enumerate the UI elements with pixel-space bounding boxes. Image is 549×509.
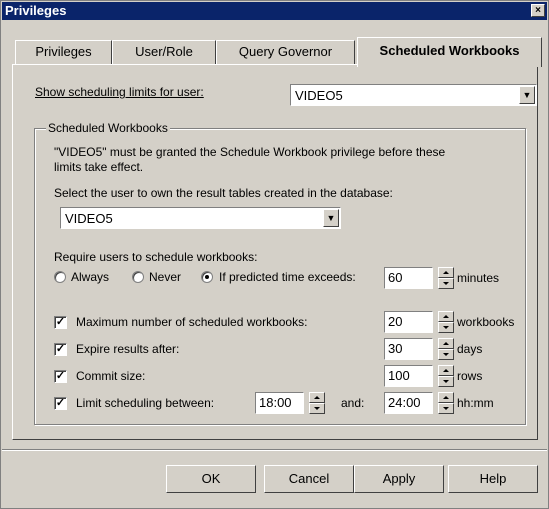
and-label: and: [341, 396, 365, 410]
predicted-minutes-input[interactable]: 60 [384, 267, 433, 289]
selected-user: VIDEO5 [295, 88, 343, 103]
limit-unit: hh:mm [457, 396, 494, 410]
max-workbooks-checkbox[interactable]: ✓ [54, 316, 67, 329]
expire-label[interactable]: Expire results after: [76, 342, 179, 356]
max-workbooks-spinner[interactable] [438, 311, 454, 333]
radio-predicted-label[interactable]: If predicted time exceeds: [219, 270, 356, 284]
max-workbooks-input[interactable]: 20 [384, 311, 433, 333]
limit-scheduling-label[interactable]: Limit scheduling between: [76, 396, 214, 410]
spin-down-icon[interactable] [309, 403, 325, 414]
owner-label: Select the user to own the result tables… [54, 186, 393, 200]
show-limits-label: Show scheduling limits for user: [35, 85, 204, 99]
spin-down-icon[interactable] [438, 349, 454, 360]
radio-never-label[interactable]: Never [149, 270, 181, 284]
privileges-dialog: Privileges × Privileges User/Role Query … [0, 0, 549, 509]
divider [2, 449, 547, 451]
apply-button[interactable]: Apply [354, 465, 444, 493]
spin-down-icon[interactable] [438, 376, 454, 387]
group-title: Scheduled Workbooks [46, 121, 170, 135]
show-limits-user-select[interactable]: VIDEO5 ▼ [290, 84, 537, 106]
expire-checkbox[interactable]: ✓ [54, 343, 67, 356]
max-workbooks-unit: workbooks [457, 315, 515, 329]
close-icon[interactable]: × [531, 4, 545, 17]
expire-days-spinner[interactable] [438, 338, 454, 360]
tab-scheduled-workbooks[interactable]: Scheduled Workbooks [357, 37, 542, 67]
expire-unit: days [457, 342, 483, 356]
require-label: Require users to schedule workbooks: [54, 250, 258, 264]
limit-to-input[interactable]: 24:00 [384, 392, 433, 414]
tab-label: Scheduled Workbooks [379, 43, 520, 58]
owner-user-select[interactable]: VIDEO5 ▼ [60, 207, 341, 229]
spin-up-icon[interactable] [438, 392, 454, 403]
limit-to-spinner[interactable] [438, 392, 454, 414]
limit-scheduling-checkbox[interactable]: ✓ [54, 397, 67, 410]
tab-label: Privileges [35, 44, 92, 59]
tab-user-role[interactable]: User/Role [112, 40, 216, 64]
commit-size-checkbox[interactable]: ✓ [54, 370, 67, 383]
spin-down-icon[interactable] [438, 322, 454, 333]
spin-up-icon[interactable] [438, 338, 454, 349]
cancel-button[interactable]: Cancel [264, 465, 354, 493]
privilege-notice-line1: "VIDEO5" must be granted the Schedule Wo… [54, 145, 446, 159]
title-bar[interactable]: Privileges × [2, 2, 547, 20]
chevron-down-icon[interactable]: ▼ [519, 86, 535, 104]
limit-from-input[interactable]: 18:00 [255, 392, 304, 414]
help-button[interactable]: Help [448, 465, 538, 493]
radio-always-label[interactable]: Always [71, 270, 109, 284]
commit-size-input[interactable]: 100 [384, 365, 433, 387]
owner-selected-user: VIDEO5 [65, 211, 113, 226]
spin-up-icon[interactable] [309, 392, 325, 403]
tab-privileges[interactable]: Privileges [15, 40, 112, 64]
predicted-minutes-spinner[interactable] [438, 267, 454, 289]
radio-predicted-time[interactable] [201, 271, 213, 283]
spin-up-icon[interactable] [438, 311, 454, 322]
max-workbooks-label[interactable]: Maximum number of scheduled workbooks: [76, 315, 307, 329]
predicted-unit: minutes [457, 271, 500, 285]
expire-days-input[interactable]: 30 [384, 338, 433, 360]
spin-up-icon[interactable] [438, 267, 454, 278]
chevron-down-icon[interactable]: ▼ [323, 209, 339, 227]
commit-size-spinner[interactable] [438, 365, 454, 387]
commit-size-label[interactable]: Commit size: [76, 369, 145, 383]
ok-button[interactable]: OK [166, 465, 256, 493]
radio-always[interactable] [54, 271, 66, 283]
limit-from-spinner[interactable] [309, 392, 325, 414]
commit-size-unit: rows [457, 369, 483, 383]
spin-down-icon[interactable] [438, 403, 454, 414]
radio-never[interactable] [132, 271, 144, 283]
spin-down-icon[interactable] [438, 278, 454, 289]
tab-label: Query Governor [238, 44, 333, 59]
tab-label: User/Role [135, 44, 193, 59]
privilege-notice-line2: limits take effect. [54, 160, 144, 174]
spin-up-icon[interactable] [438, 365, 454, 376]
tab-query-governor[interactable]: Query Governor [216, 40, 355, 64]
window-title: Privileges [5, 3, 67, 18]
